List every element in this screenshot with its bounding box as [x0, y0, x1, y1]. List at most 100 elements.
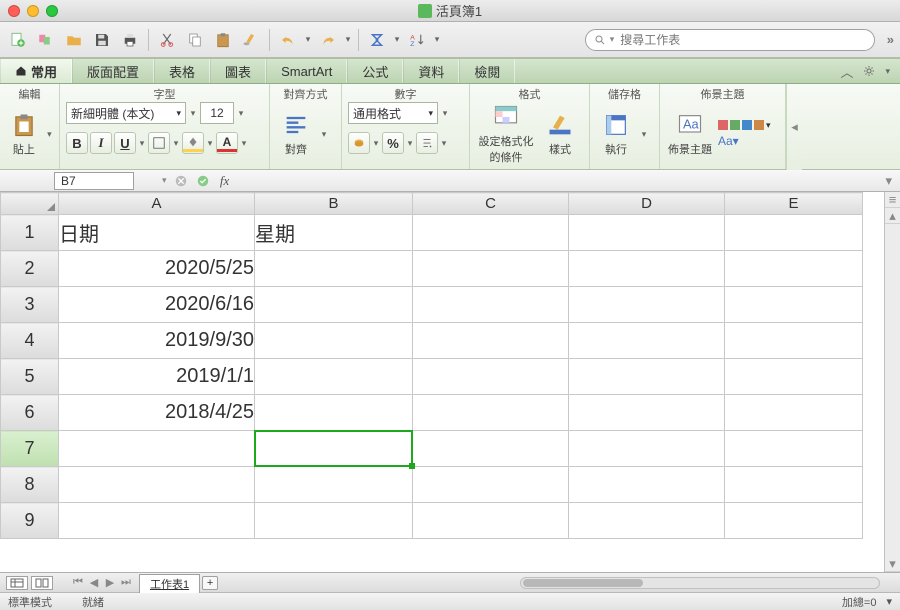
fill-color-dropdown[interactable]	[206, 132, 214, 154]
number-format-dropdown[interactable]	[441, 108, 449, 119]
tab-home[interactable]: 常用	[0, 59, 72, 83]
redo-icon[interactable]	[316, 28, 340, 52]
undo-dropdown[interactable]	[304, 34, 312, 45]
add-sheet-button[interactable]: +	[202, 576, 218, 590]
cell-C2[interactable]	[413, 251, 569, 287]
open-icon[interactable]	[62, 28, 86, 52]
percent-button[interactable]: %	[382, 132, 404, 154]
zoom-window-icon[interactable]	[46, 5, 58, 17]
cell-C4[interactable]	[413, 323, 569, 359]
underline-dropdown[interactable]	[138, 132, 146, 154]
cell-C1[interactable]	[413, 215, 569, 251]
cell-C3[interactable]	[413, 287, 569, 323]
run-dropdown[interactable]	[640, 129, 648, 140]
minimize-window-icon[interactable]	[27, 5, 39, 17]
formula-expand-icon[interactable]: ▾	[885, 173, 900, 189]
font-color-dropdown[interactable]	[240, 132, 248, 154]
col-header-C[interactable]: C	[413, 193, 569, 215]
cell-A6[interactable]: 2018/4/25	[59, 395, 255, 431]
cell-C8[interactable]	[413, 467, 569, 503]
tab-review[interactable]: 檢閱	[459, 59, 515, 83]
collapse-ribbon-icon[interactable]: ︿	[840, 62, 853, 81]
cell-D7[interactable]	[569, 431, 725, 467]
search-box[interactable]: ▾	[585, 29, 875, 51]
cell-A8[interactable]	[59, 467, 255, 503]
cell-B5[interactable]	[255, 359, 413, 395]
name-box-dropdown[interactable]: ▾	[162, 175, 167, 186]
toolbar-overflow-icon[interactable]: »	[887, 32, 894, 47]
search-input[interactable]	[618, 32, 865, 48]
currency-dropdown[interactable]	[372, 132, 380, 154]
gear-icon[interactable]	[863, 65, 875, 77]
border-dropdown[interactable]	[172, 132, 180, 154]
row-header-2[interactable]: 2	[1, 251, 59, 287]
tab-data[interactable]: 資料	[403, 59, 459, 83]
cell-D6[interactable]	[569, 395, 725, 431]
row-header-4[interactable]: 4	[1, 323, 59, 359]
cell-A9[interactable]	[59, 503, 255, 539]
number-format-select[interactable]: 通用格式▾	[348, 102, 438, 124]
sort-icon[interactable]: AZ	[405, 28, 429, 52]
cell-E4[interactable]	[725, 323, 863, 359]
new-doc-icon[interactable]	[6, 28, 30, 52]
scroll-down-icon[interactable]: ▾	[885, 556, 900, 572]
autosum-dropdown[interactable]	[393, 34, 401, 45]
font-size-dropdown[interactable]	[237, 108, 245, 119]
row-header-6[interactable]: 6	[1, 395, 59, 431]
font-size-select[interactable]: 12	[200, 102, 234, 124]
sheet-nav-last[interactable]: ⏭	[119, 576, 133, 589]
comma-dropdown[interactable]	[440, 132, 448, 154]
cell-E9[interactable]	[725, 503, 863, 539]
sort-dropdown[interactable]	[433, 34, 441, 45]
tab-tables[interactable]: 表格	[154, 59, 210, 83]
comma-button[interactable]	[416, 132, 438, 154]
cell-C9[interactable]	[413, 503, 569, 539]
paste-dropdown[interactable]	[46, 129, 53, 140]
cancel-formula-icon[interactable]	[173, 173, 189, 189]
close-window-icon[interactable]	[8, 5, 20, 17]
cell-C6[interactable]	[413, 395, 569, 431]
status-dropdown-icon[interactable]: ▾	[886, 595, 892, 608]
normal-view-button[interactable]	[6, 576, 28, 590]
search-dropdown-icon[interactable]: ▾	[610, 34, 615, 45]
cell-A7[interactable]	[59, 431, 255, 467]
cell-B4[interactable]	[255, 323, 413, 359]
row-header-5[interactable]: 5	[1, 359, 59, 395]
horizontal-scrollbar[interactable]	[520, 577, 880, 589]
cell-A4[interactable]: 2019/9/30	[59, 323, 255, 359]
gear-dropdown[interactable]: ▾	[885, 66, 890, 77]
scroll-up-icon[interactable]: ▴	[885, 208, 900, 224]
cell-D4[interactable]	[569, 323, 725, 359]
cell-E7[interactable]	[725, 431, 863, 467]
cell-B2[interactable]	[255, 251, 413, 287]
save-icon[interactable]	[90, 28, 114, 52]
cell-B3[interactable]	[255, 287, 413, 323]
theme-button[interactable]: Aa 佈景主題	[666, 102, 714, 166]
cell-D9[interactable]	[569, 503, 725, 539]
conditional-format-button[interactable]: 設定格式化 的條件	[476, 102, 536, 166]
cell-B6[interactable]	[255, 395, 413, 431]
percent-dropdown[interactable]	[406, 132, 414, 154]
border-button[interactable]	[148, 132, 170, 154]
cell-A3[interactable]: 2020/6/16	[59, 287, 255, 323]
tab-smartart[interactable]: SmartArt	[266, 59, 347, 83]
scroll-split-icon[interactable]: ≡	[885, 192, 900, 208]
cell-D1[interactable]	[569, 215, 725, 251]
format-painter-icon[interactable]	[239, 28, 263, 52]
cut-icon[interactable]	[155, 28, 179, 52]
col-header-E[interactable]: E	[725, 193, 863, 215]
tab-charts[interactable]: 圖表	[210, 59, 266, 83]
col-header-A[interactable]: A	[59, 193, 255, 215]
cell-A1[interactable]: 日期	[59, 215, 255, 251]
templates-icon[interactable]	[34, 28, 58, 52]
fx-icon[interactable]: fx	[217, 173, 233, 189]
col-header-D[interactable]: D	[569, 193, 725, 215]
theme-colors-button[interactable]: ▾	[718, 120, 771, 131]
select-all-corner[interactable]	[1, 193, 59, 215]
paste-button[interactable]: 貼上	[6, 102, 42, 166]
enter-formula-icon[interactable]	[195, 173, 211, 189]
font-color-button[interactable]: A	[216, 132, 238, 154]
print-icon[interactable]	[118, 28, 142, 52]
cell-D8[interactable]	[569, 467, 725, 503]
theme-fonts-button[interactable]: Aa▾	[718, 134, 771, 148]
